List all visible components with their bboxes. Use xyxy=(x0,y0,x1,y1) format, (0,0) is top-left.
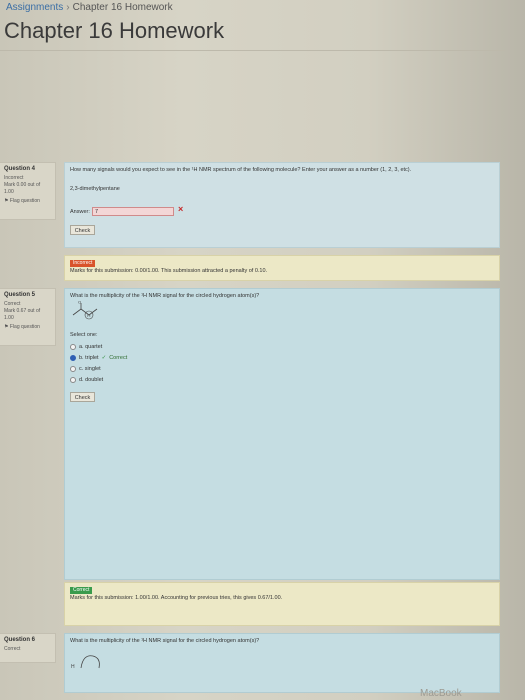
flag-question-label: Flag question xyxy=(9,324,40,330)
page-title: Chapter 16 Homework xyxy=(4,18,225,43)
option-c[interactable]: c. singlet xyxy=(70,365,101,373)
check-button[interactable]: Check xyxy=(70,225,95,235)
breadcrumb-assignments-link[interactable]: Assignments xyxy=(6,2,63,13)
correct-badge: Correct xyxy=(70,587,93,594)
question-number: Question 6 xyxy=(4,637,36,643)
radio-button[interactable] xyxy=(70,376,76,383)
option-label: b. triplet xyxy=(79,355,99,361)
question-text: How many signals would you expect to see… xyxy=(70,167,412,173)
question-status: Correct xyxy=(4,646,21,652)
question-6-info: Question 6 Correct xyxy=(0,633,56,663)
breadcrumb-separator: › xyxy=(66,2,70,13)
question-5-info: Question 5 Correct Mark 0.67 out of 1.00… xyxy=(0,288,56,346)
flag-question-label: Flag question xyxy=(9,198,40,204)
option-label: c. singlet xyxy=(79,366,101,372)
incorrect-badge: Incorrect xyxy=(70,260,96,267)
check-button[interactable]: Check xyxy=(70,392,95,402)
question-marks: Mark 0.67 out of 1.00 xyxy=(4,308,41,321)
question-text: What is the multiplicity of the ¹H NMR s… xyxy=(70,293,260,299)
question-4-content: How many signals would you expect to see… xyxy=(64,162,500,248)
question-4-feedback: Incorrect Marks for this submission: 0.0… xyxy=(64,255,500,281)
check-icon: ✓ xyxy=(101,355,107,361)
correct-tag: Correct xyxy=(109,355,128,361)
question-5-feedback: Correct Marks for this submission: 1.00/… xyxy=(64,582,500,626)
question-5-content: What is the multiplicity of the ¹H NMR s… xyxy=(64,288,500,580)
select-one-label: Select one: xyxy=(70,332,98,338)
option-b[interactable]: b. triplet ✓ Correct xyxy=(70,354,127,362)
radio-button-selected[interactable] xyxy=(70,354,76,361)
svg-text:H: H xyxy=(71,664,75,670)
question-marks: Mark 0.00 out of 1.00 xyxy=(4,182,41,195)
molecule-structure-icon: H xyxy=(71,655,100,670)
title-divider xyxy=(0,50,505,51)
radio-button[interactable] xyxy=(70,343,76,350)
question-status: Correct xyxy=(4,301,21,307)
feedback-text: Marks for this submission: 0.00/1.00. Th… xyxy=(70,268,268,274)
question-6-content: What is the multiplicity of the ¹H NMR s… xyxy=(64,633,500,693)
question-number: Question 5 xyxy=(4,292,36,298)
question-number: Question 4 xyxy=(4,166,36,172)
option-label: a. quartet xyxy=(79,344,103,350)
option-label: d. doublet xyxy=(79,377,104,383)
answer-input[interactable]: 7 xyxy=(92,207,174,216)
feedback-text: Marks for this submission: 1.00/1.00. Ac… xyxy=(70,595,283,601)
answer-row: Answer: 7 × xyxy=(70,205,183,216)
flag-question-link[interactable]: ⚑ Flag question xyxy=(4,198,51,205)
screen: Assignments › Chapter 16 Homework Chapter … xyxy=(0,0,525,700)
macbook-watermark: MacBook xyxy=(420,688,462,699)
molecule-structure-icon: O H xyxy=(72,301,98,320)
breadcrumb-current: Chapter 16 Homework xyxy=(72,2,173,13)
radio-button[interactable] xyxy=(70,365,76,372)
question-text: What is the multiplicity of the ¹H NMR s… xyxy=(70,638,260,644)
option-d[interactable]: d. doublet xyxy=(70,376,103,384)
question-status: Incorrect xyxy=(4,175,24,181)
question-4-info: Question 4 Incorrect Mark 0.00 out of 1.… xyxy=(0,162,56,220)
molecule-name: 2,3-dimethylpentane xyxy=(70,186,120,192)
flag-question-link[interactable]: ⚑ Flag question xyxy=(4,324,51,331)
breadcrumb: Assignments › Chapter 16 Homework xyxy=(6,2,173,13)
svg-text:H: H xyxy=(87,313,90,318)
incorrect-x-icon: × xyxy=(178,204,184,214)
option-a[interactable]: a. quartet xyxy=(70,343,102,351)
answer-label: Answer: xyxy=(70,209,90,215)
svg-text:O: O xyxy=(78,301,81,305)
